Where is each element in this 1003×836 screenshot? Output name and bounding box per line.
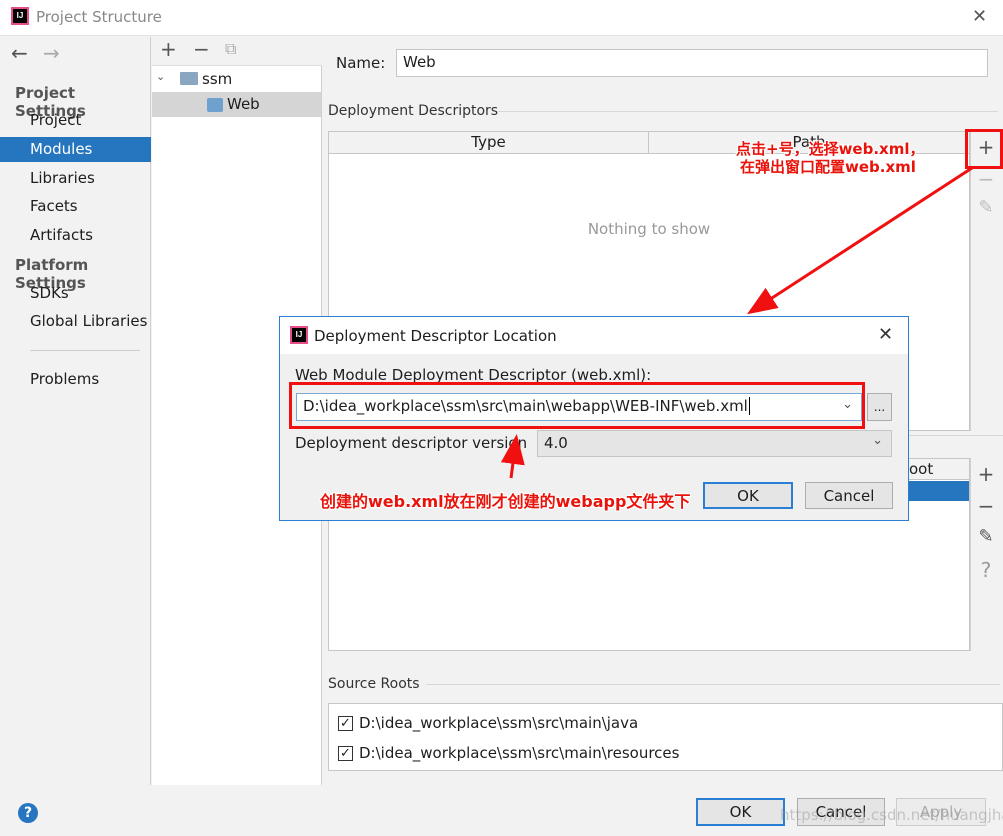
arrow-to-version [500, 434, 525, 479]
annotation-arrows [500, 166, 973, 479]
arrow-to-dialog [746, 166, 973, 315]
